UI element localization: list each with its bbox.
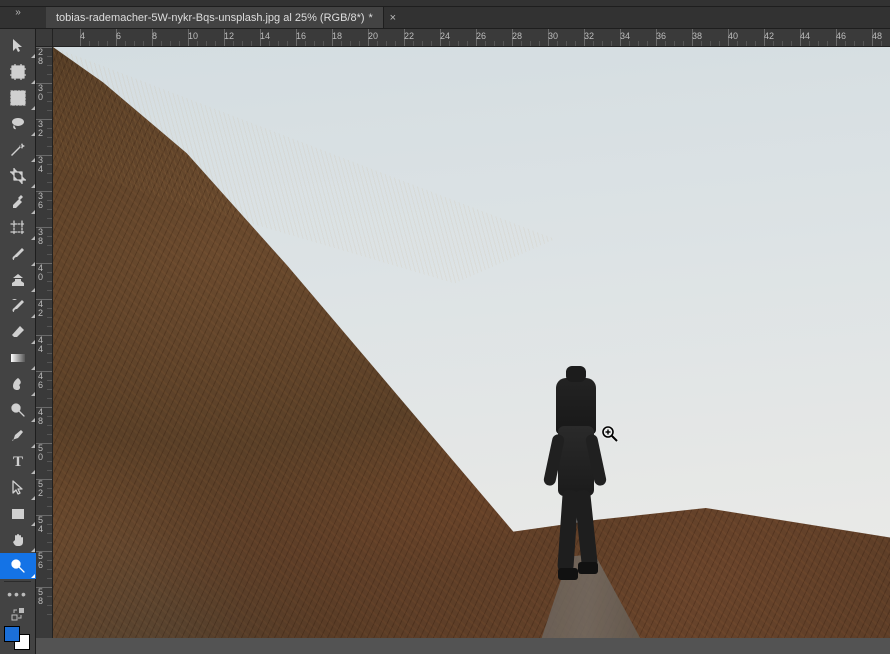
workspace: 4681012141618202224262830323436384042444… — [36, 29, 890, 638]
ruler-origin-corner[interactable] — [36, 29, 53, 47]
close-tab-button[interactable]: × — [384, 7, 402, 28]
expand-panels-button[interactable]: » — [0, 7, 36, 17]
move-tool[interactable] — [0, 33, 36, 59]
horizontal-ruler[interactable]: 4681012141618202224262830323436384042444… — [53, 29, 890, 47]
hand-tool[interactable] — [0, 527, 36, 553]
canvas[interactable] — [53, 47, 890, 638]
path-selection-tool[interactable] — [0, 475, 36, 501]
foreground-color-swatch[interactable] — [4, 626, 20, 642]
image-content — [53, 47, 890, 638]
smudge-tool[interactable] — [0, 371, 36, 397]
swap-colors-icon[interactable] — [0, 604, 36, 624]
vertical-ruler[interactable]: 2 83 03 23 43 63 84 04 24 44 64 85 05 25… — [36, 47, 53, 638]
gradient-tool[interactable] — [0, 345, 36, 371]
eraser-tool[interactable] — [0, 319, 36, 345]
magic-wand-tool[interactable] — [0, 137, 36, 163]
crop-tool[interactable] — [0, 163, 36, 189]
rectangle-tool[interactable] — [0, 501, 36, 527]
history-brush-tool[interactable] — [0, 293, 36, 319]
frame-tool[interactable] — [0, 215, 36, 241]
lasso-tool[interactable] — [0, 111, 36, 137]
edit-toolbar-button[interactable]: ••• — [0, 584, 35, 604]
type-tool[interactable]: T — [0, 449, 36, 475]
clone-stamp-tool[interactable] — [0, 267, 36, 293]
document-dirty-marker: * — [369, 12, 373, 24]
document-tab[interactable]: tobias-rademacher-5W-nykr-Bqs-unsplash.j… — [46, 7, 384, 28]
rectangular-marquee-tool[interactable] — [0, 85, 36, 111]
hiker-figure — [538, 378, 618, 588]
eyedropper-tool[interactable] — [0, 189, 36, 215]
toolbox: T ••• — [0, 29, 36, 654]
document-tab-title: tobias-rademacher-5W-nykr-Bqs-unsplash.j… — [56, 12, 365, 24]
pen-tool[interactable] — [0, 423, 36, 449]
zoom-tool[interactable] — [0, 553, 36, 579]
brush-tool[interactable] — [0, 241, 36, 267]
app-top-strip — [0, 0, 890, 7]
dodge-tool[interactable] — [0, 397, 36, 423]
document-tab-bar: tobias-rademacher-5W-nykr-Bqs-unsplash.j… — [0, 7, 890, 29]
color-swatches[interactable] — [0, 626, 36, 654]
artboard-tool[interactable] — [0, 59, 36, 85]
